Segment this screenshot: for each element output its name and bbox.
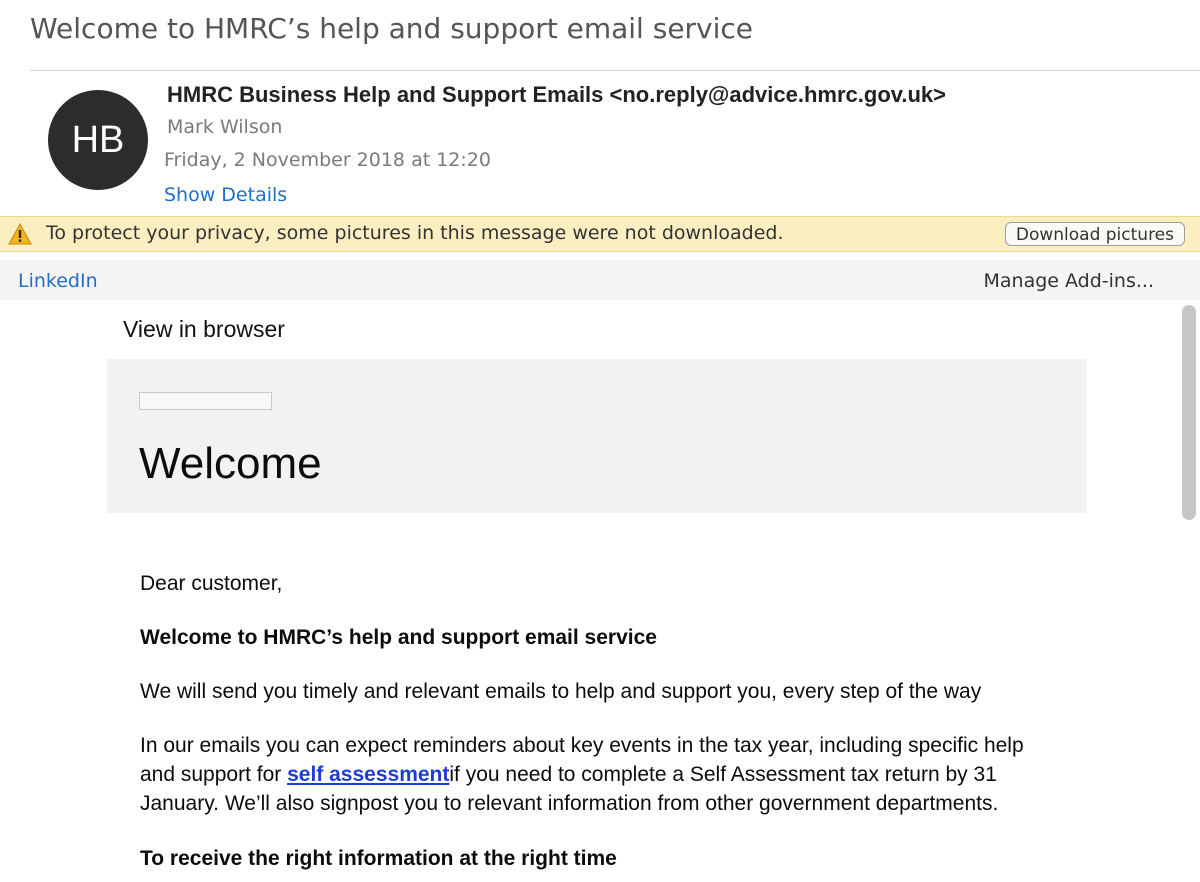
welcome-banner: Welcome <box>107 359 1087 513</box>
self-assessment-link[interactable]: self assessment <box>287 763 449 786</box>
linkedin-addin-link[interactable]: LinkedIn <box>18 270 98 292</box>
privacy-warning-bar: To protect your privacy, some pictures i… <box>0 216 1200 252</box>
vertical-scrollbar[interactable] <box>1182 305 1196 520</box>
sent-date: Friday, 2 November 2018 at 12:20 <box>164 149 491 171</box>
right-information-heading: To receive the right information at the … <box>140 847 617 870</box>
sender-address: HMRC Business Help and Support Emails <n… <box>167 82 947 107</box>
welcome-heading: Welcome <box>139 439 322 488</box>
header-divider <box>30 70 1200 71</box>
manage-addins-button[interactable]: Manage Add-ins... <box>984 270 1155 292</box>
blocked-image-placeholder <box>139 392 272 410</box>
intro-paragraph: We will send you timely and relevant ema… <box>140 680 982 703</box>
sender-avatar: HB <box>48 90 148 190</box>
reminders-paragraph: In our emails you can expect reminders a… <box>140 731 1060 818</box>
intro-heading: Welcome to HMRC’s help and support email… <box>140 626 657 649</box>
addins-bar: LinkedIn Manage Add-ins... <box>0 260 1200 300</box>
view-in-browser-link[interactable]: View in browser <box>123 316 285 343</box>
greeting-text: Dear customer, <box>140 572 283 595</box>
show-details-link[interactable]: Show Details <box>164 184 287 206</box>
warning-icon <box>8 223 32 245</box>
recipient-name: Mark Wilson <box>167 116 283 138</box>
email-subject: Welcome to HMRC’s help and support email… <box>30 12 754 45</box>
download-pictures-button[interactable]: Download pictures <box>1004 222 1185 246</box>
privacy-message: To protect your privacy, some pictures i… <box>46 222 784 244</box>
